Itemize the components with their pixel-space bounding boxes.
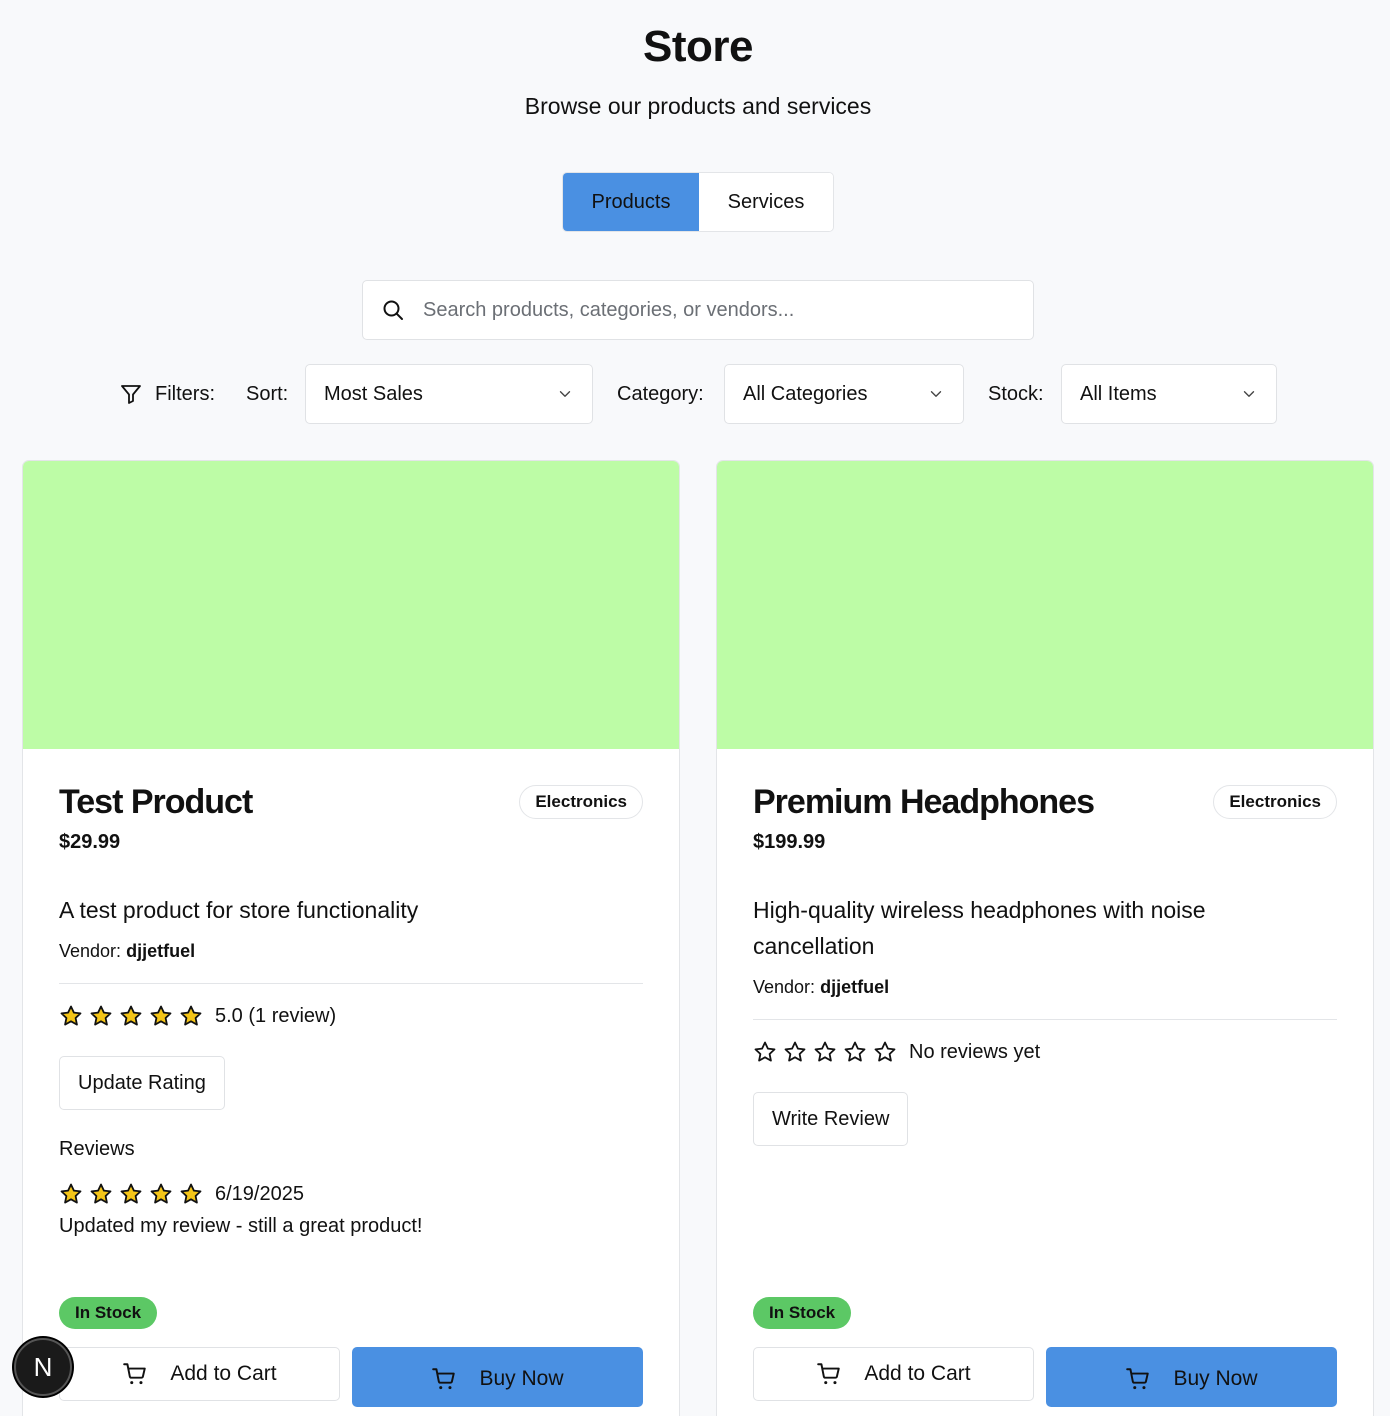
cart-icon: [1125, 1366, 1151, 1392]
sort-label: Sort:: [246, 382, 289, 405]
stock-select[interactable]: All Items: [1061, 364, 1277, 424]
star-icon: [119, 1004, 143, 1028]
star-icon: [843, 1040, 867, 1064]
star-icon: [89, 1004, 113, 1028]
add-to-cart-button[interactable]: Add to Cart: [753, 1347, 1034, 1401]
star-icon: [783, 1040, 807, 1064]
buy-now-button[interactable]: Buy Now: [352, 1347, 643, 1407]
stock-select-value: All Items: [1080, 382, 1157, 405]
add-to-cart-button[interactable]: Add to Cart: [59, 1347, 340, 1401]
add-to-cart-label: Add to Cart: [170, 1362, 277, 1385]
rating-row: No reviews yet: [753, 1040, 1040, 1064]
product-price: $199.99: [753, 831, 826, 853]
buy-now-label: Buy Now: [479, 1367, 564, 1390]
store-tabs: Products Services: [562, 172, 834, 232]
filters-label: Filters:: [155, 382, 215, 405]
add-to-cart-label: Add to Cart: [864, 1362, 971, 1385]
dev-tools-logo: N: [33, 1351, 53, 1382]
product-description: A test product for store functionality: [59, 897, 419, 923]
product-image[interactable]: [717, 461, 1373, 749]
product-card: Test Product Electronics $29.99 A test p…: [22, 460, 680, 1416]
product-card: Premium Headphones Electronics $199.99 H…: [716, 460, 1374, 1416]
star-icon: [119, 1182, 143, 1206]
buy-now-button[interactable]: Buy Now: [1046, 1347, 1337, 1407]
vendor-line: Vendor: djjetfuel: [59, 941, 195, 962]
sort-select[interactable]: Most Sales: [305, 364, 593, 424]
stock-badge: In Stock: [59, 1297, 158, 1329]
chevron-down-icon: [556, 385, 574, 403]
product-name: Test Product: [59, 783, 253, 821]
filter-bar: Filters: Sort: Most Sales Category: All …: [0, 364, 1390, 424]
category-label: Category:: [617, 382, 704, 405]
vendor-line: Vendor: djjetfuel: [753, 977, 889, 998]
star-icon: [149, 1182, 173, 1206]
product-image[interactable]: [23, 461, 679, 749]
star-icon: [179, 1182, 203, 1206]
divider: [59, 983, 643, 984]
star-icon: [813, 1040, 837, 1064]
search-icon: [383, 300, 403, 320]
write-review-button[interactable]: Write Review: [753, 1092, 909, 1146]
search-bar: [362, 280, 1034, 340]
vendor-label: Vendor:: [59, 941, 122, 961]
dev-tools-badge[interactable]: N: [14, 1338, 72, 1396]
category-badge: Electronics: [519, 785, 643, 819]
category-select[interactable]: All Categories: [724, 364, 964, 424]
category-select-value: All Categories: [743, 382, 868, 405]
rating-row: 5.0 (1 review): [59, 1004, 336, 1028]
review-text: Updated my review - still a great produc…: [59, 1215, 423, 1237]
star-icon: [59, 1004, 83, 1028]
star-icon: [59, 1182, 83, 1206]
buy-now-label: Buy Now: [1173, 1367, 1258, 1390]
product-price: $29.99: [59, 831, 121, 853]
vendor-name: djjetfuel: [820, 977, 890, 997]
page-title: Store: [643, 22, 753, 71]
vendor-name: djjetfuel: [126, 941, 196, 961]
product-name: Premium Headphones: [753, 783, 1095, 821]
star-icon: [149, 1004, 173, 1028]
tab-services[interactable]: Services: [699, 173, 833, 231]
cart-icon: [122, 1361, 148, 1387]
search-input[interactable]: [423, 298, 1003, 322]
tab-products[interactable]: Products: [563, 173, 699, 231]
filter-icon: [121, 385, 141, 404]
cart-icon: [431, 1366, 457, 1392]
stock-label: Stock:: [988, 382, 1044, 405]
divider: [753, 1019, 1337, 1020]
filters-label-group: Filters:: [119, 364, 215, 424]
chevron-down-icon: [1240, 385, 1258, 403]
cart-icon: [816, 1361, 842, 1387]
star-icon: [873, 1040, 897, 1064]
vendor-label: Vendor:: [753, 977, 816, 997]
page-subtitle: Browse our products and services: [524, 93, 872, 119]
sort-select-value: Most Sales: [324, 382, 423, 405]
review-date: 6/19/2025: [215, 1182, 304, 1205]
chevron-down-icon: [927, 385, 945, 403]
star-icon: [753, 1040, 777, 1064]
review-rating-row: 6/19/2025: [59, 1182, 304, 1206]
category-badge: Electronics: [1213, 785, 1337, 819]
reviews-title: Reviews: [59, 1138, 135, 1160]
rating-text: No reviews yet: [909, 1040, 1041, 1063]
product-description: High-quality wireless headphones with no…: [753, 897, 1206, 959]
update-rating-button[interactable]: Update Rating: [59, 1056, 225, 1110]
rating-text: 5.0 (1 review): [215, 1004, 337, 1027]
star-icon: [179, 1004, 203, 1028]
stock-badge: In Stock: [753, 1297, 852, 1329]
star-icon: [89, 1182, 113, 1206]
